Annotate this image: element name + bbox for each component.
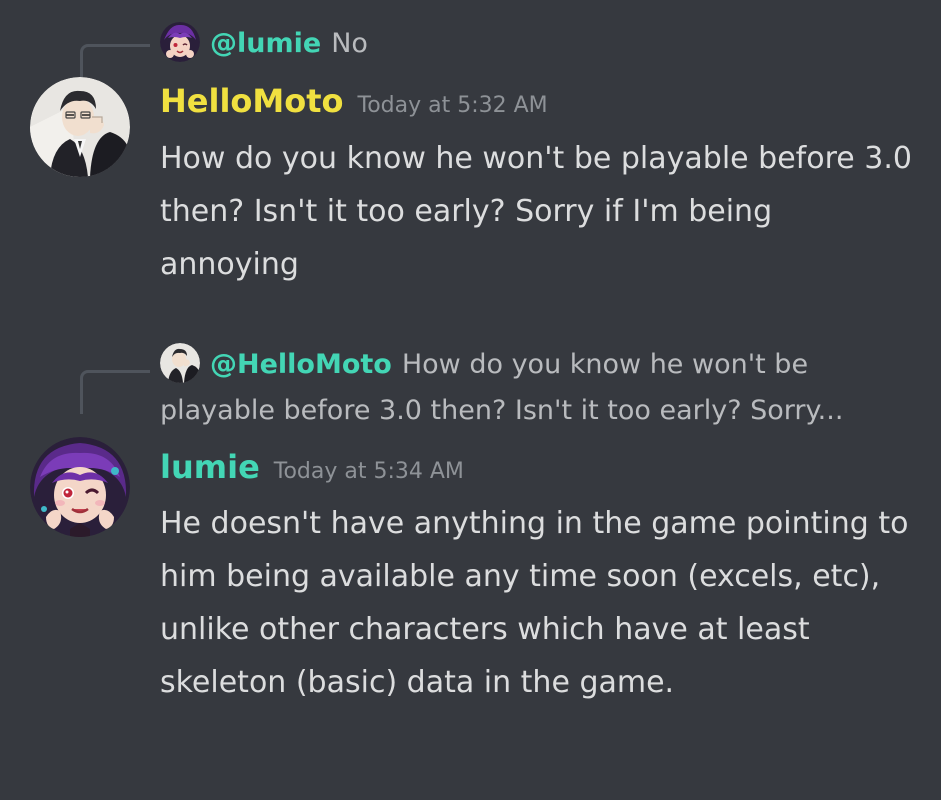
timestamp: Today at 5:34 AM — [273, 459, 464, 484]
reply-connector — [80, 370, 150, 414]
reply-avatar-lumie — [160, 22, 200, 62]
reply-text: No — [331, 28, 368, 59]
timestamp: Today at 5:32 AM — [357, 93, 548, 118]
reply-author[interactable]: @HelloMoto — [210, 349, 392, 380]
reply-author[interactable]: @lumie — [210, 28, 321, 59]
message-hellomoto: @lumie No HelloMoto Today at 5:32 AM How… — [0, 0, 941, 290]
author-name[interactable]: HelloMoto — [160, 82, 344, 120]
message-header: HelloMoto Today at 5:32 AM — [160, 82, 548, 120]
message-content: How do you know he won't be playable bef… — [160, 141, 912, 282]
avatar-lumie[interactable] — [30, 437, 130, 537]
reply-avatar-hellomoto — [160, 343, 200, 383]
reply-preview[interactable]: @HelloMoto How do you know he won't be pl… — [160, 342, 920, 434]
message-content: He doesn't have anything in the game poi… — [160, 506, 909, 700]
chat-log: @lumie No HelloMoto Today at 5:32 AM How… — [0, 0, 941, 800]
author-name[interactable]: lumie — [160, 448, 260, 486]
reply-preview[interactable]: @lumie No — [160, 20, 920, 68]
reply-connector — [80, 44, 150, 82]
avatar-hellomoto[interactable] — [30, 77, 130, 177]
message-header: lumie Today at 5:34 AM — [160, 448, 464, 486]
message-lumie: @HelloMoto How do you know he won't be pl… — [0, 330, 941, 800]
